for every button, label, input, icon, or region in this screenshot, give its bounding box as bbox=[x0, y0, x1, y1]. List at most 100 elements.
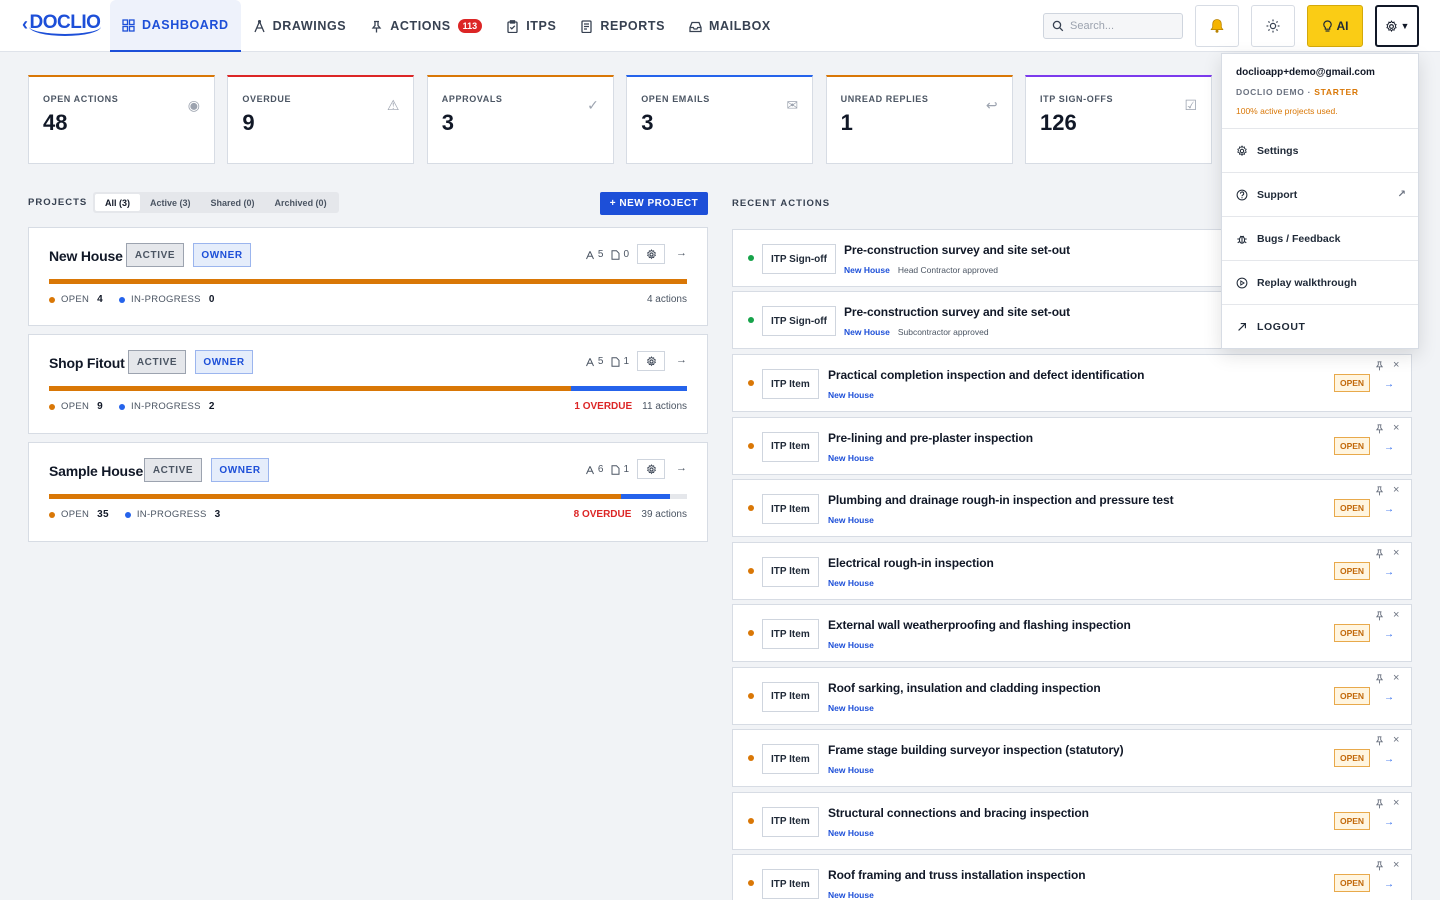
open-status-badge: OPEN bbox=[1334, 436, 1370, 455]
logo[interactable]: ‹ DOCLIO bbox=[22, 12, 102, 36]
status-badge: ACTIVE bbox=[144, 458, 202, 482]
action-row[interactable]: ITP Item Roof framing and truss installat… bbox=[732, 854, 1412, 900]
new-project-button[interactable]: + NEW PROJECT bbox=[600, 192, 708, 215]
arrow-right-icon[interactable]: → bbox=[676, 462, 687, 474]
pin-icon[interactable] bbox=[1375, 423, 1384, 436]
action-project-link[interactable]: New House bbox=[844, 327, 890, 337]
theme-toggle-button[interactable] bbox=[1251, 5, 1295, 47]
stat-label: OPEN EMAILS bbox=[641, 94, 710, 104]
project-settings-button[interactable] bbox=[637, 351, 665, 371]
action-project-link[interactable]: New House bbox=[828, 578, 874, 588]
action-row[interactable]: ITP Item Practical completion inspection … bbox=[732, 354, 1412, 412]
arrow-right-icon[interactable]: → bbox=[676, 247, 687, 259]
close-icon[interactable]: × bbox=[1393, 734, 1399, 746]
project-settings-button[interactable] bbox=[637, 244, 665, 264]
grid-icon bbox=[122, 18, 135, 32]
menu-item-bugs-feedback[interactable]: Bugs / Feedback bbox=[1222, 217, 1418, 261]
pin-icon bbox=[370, 20, 383, 33]
stat-card-open-actions[interactable]: OPEN ACTIONS 48 ◉ bbox=[28, 75, 215, 164]
user-menu-button[interactable]: ▼ bbox=[1375, 5, 1419, 47]
pin-icon[interactable] bbox=[1375, 548, 1384, 561]
arrow-right-icon[interactable]: → bbox=[1384, 879, 1394, 890]
role-badge: OWNER bbox=[193, 243, 251, 267]
nav-itps[interactable]: ITPS bbox=[494, 0, 568, 52]
action-project-link[interactable]: New House bbox=[828, 765, 874, 775]
arrow-right-icon[interactable]: → bbox=[1384, 817, 1394, 828]
menu-item-support[interactable]: Support ↗ bbox=[1222, 173, 1418, 217]
action-row[interactable]: ITP Item Electrical rough-in inspection Ne… bbox=[732, 541, 1412, 600]
nav-reports[interactable]: REPORTS bbox=[568, 0, 677, 52]
inprogress-dot bbox=[119, 296, 125, 303]
project-counts: OPEN 4 IN-PROGRESS 0 bbox=[49, 294, 231, 305]
action-row[interactable]: ITP Item Frame stage building surveyor in… bbox=[732, 729, 1412, 787]
pin-icon[interactable] bbox=[1375, 673, 1384, 686]
action-project-link[interactable]: New House bbox=[828, 453, 874, 463]
stat-card-overdue[interactable]: OVERDUE 9 ⚠ bbox=[227, 75, 415, 164]
stat-card-itp-sign-offs[interactable]: ITP SIGN-OFFS 126 ☑ bbox=[1025, 75, 1212, 164]
action-project-link[interactable]: New House bbox=[828, 890, 874, 900]
filter-tab[interactable]: Archived (0) bbox=[265, 194, 337, 211]
project-settings-button[interactable] bbox=[637, 459, 665, 479]
filter-tab[interactable]: Active (3) bbox=[140, 194, 201, 211]
menu-item-settings[interactable]: Settings bbox=[1222, 129, 1418, 173]
project-card[interactable]: Sample House ACTIVE OWNER 6 1 → OPEN 35 IN-PROGR… bbox=[28, 442, 708, 542]
document-icon bbox=[611, 464, 620, 475]
menu-item-logout[interactable]: LOGOUT bbox=[1222, 305, 1418, 349]
filter-tab[interactable]: Shared (0) bbox=[201, 194, 265, 211]
close-icon[interactable]: × bbox=[1393, 484, 1399, 496]
action-row[interactable]: ITP Item Plumbing and drainage rough-in i… bbox=[732, 479, 1412, 537]
action-project-link[interactable]: New House bbox=[828, 515, 874, 525]
search-input[interactable] bbox=[1070, 20, 1170, 32]
arrow-right-icon[interactable]: → bbox=[1384, 567, 1394, 578]
nav-dashboard[interactable]: DASHBOARD bbox=[110, 0, 241, 52]
close-icon[interactable]: × bbox=[1393, 859, 1399, 871]
stat-card-approvals[interactable]: APPROVALS 3 ✓ bbox=[426, 75, 614, 164]
pin-icon[interactable] bbox=[1375, 861, 1384, 873]
close-icon[interactable]: × bbox=[1393, 359, 1399, 371]
status-dot bbox=[748, 630, 754, 636]
arrow-right-icon[interactable]: → bbox=[676, 354, 687, 366]
pin-icon[interactable] bbox=[1375, 798, 1384, 811]
inprogress-dot bbox=[124, 511, 131, 518]
bell-icon bbox=[1210, 19, 1224, 33]
action-project-link[interactable]: New House bbox=[828, 640, 874, 650]
search-box[interactable] bbox=[1043, 13, 1183, 39]
action-row[interactable]: ITP Item Pre-lining and pre-plaster inspe… bbox=[732, 416, 1412, 475]
action-row[interactable]: ITP Item Roof sarking, insulation and cla… bbox=[732, 666, 1412, 725]
pin-icon[interactable] bbox=[1375, 611, 1384, 623]
close-icon[interactable]: × bbox=[1393, 547, 1399, 559]
stat-card-open-emails[interactable]: OPEN EMAILS 3 ✉ bbox=[626, 75, 814, 164]
action-row[interactable]: ITP Item External wall weatherproofing an… bbox=[732, 604, 1412, 662]
nav-actions[interactable]: ACTIONS 113 bbox=[358, 0, 494, 52]
pin-icon[interactable] bbox=[1375, 736, 1384, 748]
close-icon[interactable]: × bbox=[1393, 797, 1399, 809]
pin-icon[interactable] bbox=[1375, 486, 1384, 498]
menu-item-replay-walkthrough[interactable]: Replay walkthrough bbox=[1222, 261, 1418, 305]
arrow-right-icon[interactable]: → bbox=[1384, 442, 1394, 453]
nav-mailbox[interactable]: MAILBOX bbox=[677, 0, 783, 52]
project-name: Sample House bbox=[49, 463, 144, 479]
action-project-link[interactable]: New House bbox=[844, 265, 890, 275]
stat-card-unread-replies[interactable]: UNREAD REPLIES 1 ↩ bbox=[825, 75, 1013, 164]
arrow-right-icon[interactable]: → bbox=[1384, 504, 1394, 515]
action-type-badge: ITP Sign-off bbox=[762, 306, 836, 336]
ai-button[interactable]: AI bbox=[1307, 5, 1363, 47]
nav-drawings[interactable]: DRAWINGS bbox=[241, 0, 359, 52]
action-project-link[interactable]: New House bbox=[828, 828, 874, 838]
pin-icon[interactable] bbox=[1375, 361, 1384, 373]
close-icon[interactable]: × bbox=[1393, 672, 1399, 684]
user-menu-dropdown: doclioapp+demo@gmail.com DOCLIO DEMO · S… bbox=[1221, 53, 1419, 349]
arrow-right-icon[interactable]: → bbox=[1384, 692, 1394, 703]
notifications-button[interactable] bbox=[1195, 5, 1239, 47]
arrow-right-icon[interactable]: → bbox=[1384, 754, 1394, 765]
arrow-right-icon[interactable]: → bbox=[1384, 379, 1394, 390]
action-row[interactable]: ITP Item Structural connections and braci… bbox=[732, 791, 1412, 850]
filter-tab[interactable]: All (3) bbox=[95, 194, 141, 211]
action-project-link[interactable]: New House bbox=[828, 390, 874, 400]
project-card[interactable]: New House ACTIVE OWNER 5 0 → OPEN 4 IN-PROGRESS 0… bbox=[28, 227, 708, 326]
close-icon[interactable]: × bbox=[1393, 422, 1399, 434]
project-card[interactable]: Shop Fitout ACTIVE OWNER 5 1 → OPEN 9 IN-PROGRES… bbox=[28, 334, 708, 434]
action-project-link[interactable]: New House bbox=[828, 703, 874, 713]
close-icon[interactable]: × bbox=[1393, 609, 1399, 621]
arrow-right-icon[interactable]: → bbox=[1384, 629, 1394, 640]
